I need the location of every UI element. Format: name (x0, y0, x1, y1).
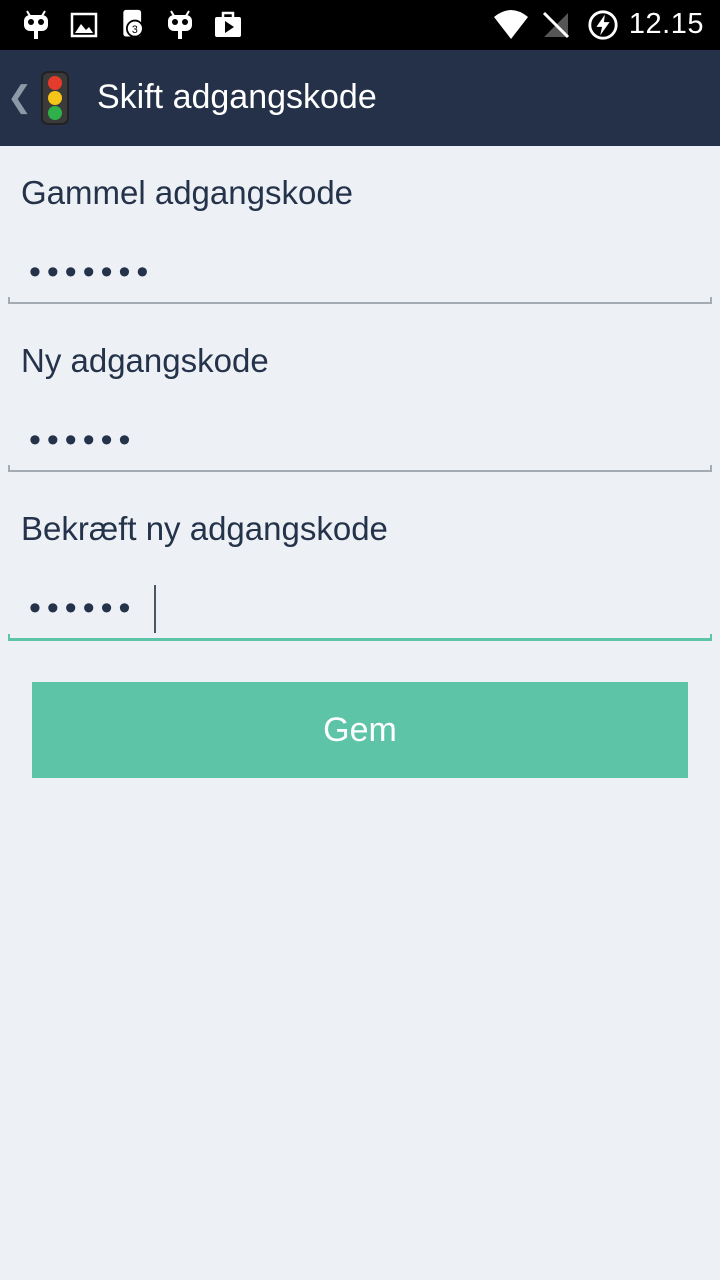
new-password-underline (8, 465, 712, 472)
play-store-icon (215, 11, 241, 37)
old-password-underline (8, 297, 712, 304)
confirm-password-field[interactable]: •••••• (29, 588, 136, 628)
clock: 12.15 (628, 8, 704, 40)
text-cursor (154, 585, 156, 633)
wifi-icon (494, 10, 528, 39)
status-bar: 3 12.15 (0, 0, 720, 50)
battery-charging-icon (588, 10, 618, 40)
android-icon (168, 10, 192, 39)
old-password-field[interactable]: ••••••• (29, 252, 154, 292)
android-icon (24, 10, 48, 39)
notification-badge: 3 (132, 24, 138, 36)
new-password-label: Ny adgangskode (21, 342, 269, 379)
chevron-left-icon[interactable]: ❮ (7, 80, 32, 115)
image-icon (70, 12, 98, 38)
confirm-password-label: Bekræft ny adgangskode (21, 510, 388, 547)
new-password-field[interactable]: •••••• (29, 420, 136, 460)
traffic-light-icon[interactable] (38, 70, 72, 126)
no-signal-icon (542, 11, 570, 39)
confirm-password-underline (8, 634, 712, 641)
old-password-label: Gammel adgangskode (21, 174, 354, 211)
action-bar: ❮ Skift adgangskode (0, 50, 720, 146)
page-title: Skift adgangskode (97, 78, 377, 116)
save-button[interactable]: Gem (32, 682, 688, 778)
phone-badge-icon: 3 (123, 9, 144, 38)
